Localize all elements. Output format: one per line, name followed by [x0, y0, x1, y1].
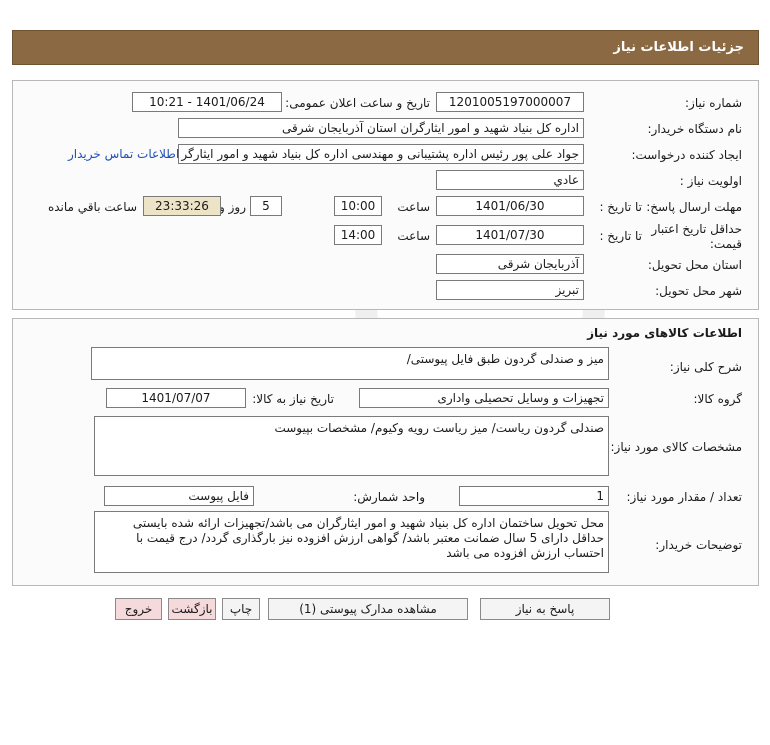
deadline-time-label: ساعت [397, 200, 430, 214]
specs-field: صندلی گردون ریاست/ میز ریاست رویه وکیوم/… [94, 416, 609, 476]
need-number-field: 1201005197000007 [436, 92, 584, 112]
city-label: شهر محل تحویل: [655, 284, 742, 298]
priority-field: عادي [436, 170, 584, 190]
general-desc-field: میز و صندلی گردون طبق فایل پیوستی/ [91, 347, 609, 380]
requester-field: جواد علی پور رئیس اداره پشتیبانی و مهندس… [178, 144, 584, 164]
need-date-field: 1401/07/07 [106, 388, 246, 408]
quantity-field: 1 [459, 486, 609, 506]
days-remaining-field: 5 [250, 196, 282, 216]
need-number-label: شماره نیاز: [685, 96, 742, 110]
general-desc-label: شرح کلی نیاز: [669, 360, 742, 374]
specs-label: مشخصات کالای مورد نیاز: [610, 440, 742, 454]
remaining-time-field: 23:33:26 [143, 196, 221, 216]
page-title: جزئیات اطلاعات نیاز [12, 30, 759, 65]
print-button[interactable]: چاپ [222, 598, 260, 620]
buyer-notes-label: توضیحات خریدار: [655, 538, 742, 552]
reply-button[interactable]: پاسخ به نیاز [480, 598, 610, 620]
province-field: آذربایجان شرقی [436, 254, 584, 274]
deadline-date-field: 1401/06/30 [436, 196, 584, 216]
remaining-label: ساعت باقي مانده [47, 200, 137, 214]
goods-section-title: اطلاعات کالاهای مورد نیاز [587, 326, 742, 340]
deadline-label: مهلت ارسال پاسخ: [646, 200, 742, 214]
price-validity-time-label: ساعت [397, 229, 430, 243]
quantity-label: تعداد / مقدار مورد نیاز: [626, 490, 742, 504]
city-field: تبریز [436, 280, 584, 300]
price-validity-time-field: 14:00 [334, 225, 382, 245]
deadline-time-field: 10:00 [334, 196, 382, 216]
back-button[interactable]: بازگشت [168, 598, 216, 620]
announce-field: 1401/06/24 - 10:21 [132, 92, 282, 112]
goods-group-field: تجهیزات و وسایل تحصیلی واداری [359, 388, 609, 408]
priority-label: اولویت نیاز : [679, 174, 742, 188]
unit-label: واحد شمارش: [353, 490, 425, 504]
price-validity-label: حداقل تاریخ اعتبار قیمت: [651, 222, 742, 251]
buyer-org-field: اداره کل بنیاد شهید و امور ایثارگران است… [178, 118, 584, 138]
buyer-notes-field: محل تحویل ساختمان اداره کل بنیاد شهید و … [94, 511, 609, 573]
price-validity-to-date-label: تا تاریخ : [599, 229, 642, 243]
unit-field: فایل پیوست [104, 486, 254, 506]
deadline-to-date-label: تا تاریخ : [599, 200, 642, 214]
exit-button[interactable]: خروج [115, 598, 162, 620]
buyer-contact-link[interactable]: اطلاعات تماس خریدار [68, 147, 179, 161]
requester-label: ایجاد کننده درخواست: [631, 148, 742, 162]
province-label: استان محل تحویل: [647, 258, 742, 272]
need-details-panel [12, 80, 759, 310]
price-validity-date-field: 1401/07/30 [436, 225, 584, 245]
goods-group-label: گروه کالا: [693, 392, 743, 406]
buyer-org-label: نام دستگاه خریدار: [647, 122, 743, 136]
need-date-label: تاریخ نیاز به کالا: [252, 392, 334, 406]
view-attachments-button[interactable]: مشاهده مدارک پیوستی (1) [268, 598, 468, 620]
days-label: روز و [219, 200, 246, 214]
announce-label: تاریخ و ساعت اعلان عمومی: [285, 96, 430, 110]
